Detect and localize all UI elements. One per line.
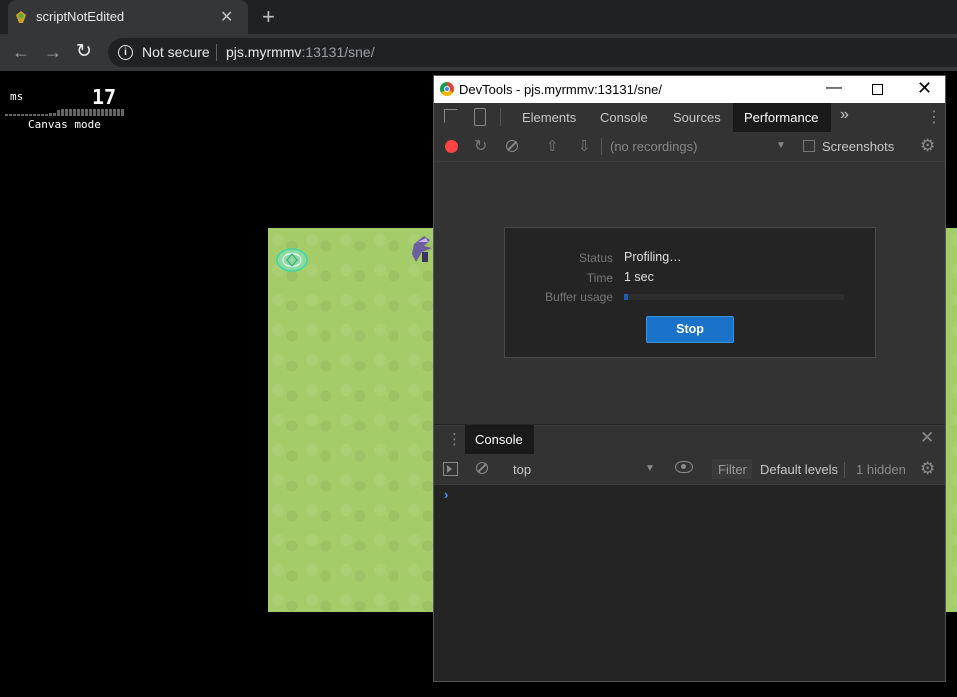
record-button[interactable] (445, 140, 458, 153)
back-arrow-icon[interactable]: ← (12, 42, 30, 63)
reload-profile-icon[interactable]: ↻ (474, 136, 487, 156)
fps-unit: ms (10, 90, 24, 103)
buffer-usage-fill (624, 294, 629, 300)
magic-circle-icon (276, 248, 308, 272)
tab-sources[interactable]: Sources (673, 110, 721, 125)
stop-button[interactable]: Stop (646, 316, 734, 343)
drawer-close-icon[interactable]: ✕ (920, 428, 934, 448)
tab-elements[interactable]: Elements (522, 110, 576, 125)
tab-console[interactable]: Console (600, 110, 648, 125)
buffer-usage-bar (624, 294, 844, 300)
tab-performance[interactable]: Performance (744, 110, 818, 125)
toolbar-divider (844, 462, 845, 478)
screenshots-label[interactable]: Screenshots (822, 139, 894, 154)
status-value: Profiling… (624, 250, 682, 264)
screenshots-checkbox[interactable] (803, 140, 815, 152)
buffer-label: Buffer usage (545, 290, 613, 304)
console-prompt[interactable]: › (444, 487, 448, 502)
url-divider (216, 44, 217, 61)
chevron-down-icon[interactable]: ▼ (645, 463, 655, 474)
hidden-count: 1 hidden (856, 462, 906, 477)
console-gear-icon[interactable]: ⚙ (920, 459, 935, 479)
toolbar-divider (601, 138, 602, 155)
new-tab-button[interactable]: + (262, 4, 275, 30)
url-path: :13131/sne/ (301, 44, 375, 60)
url-host: pjs.myrmmv (226, 44, 302, 60)
more-tabs-icon[interactable]: » (840, 106, 849, 124)
maximize-icon[interactable] (872, 84, 883, 95)
close-icon[interactable]: ✕ (917, 78, 932, 99)
recordings-select[interactable]: (no recordings) (610, 139, 697, 154)
devtools-title: DevTools - pjs.myrmmv:13131/sne/ (459, 82, 663, 97)
tab-divider (500, 108, 501, 126)
tab-close-icon[interactable]: ✕ (220, 7, 233, 27)
render-mode-label: Canvas mode (28, 118, 101, 131)
save-profile-icon[interactable]: ⇩ (578, 137, 591, 155)
tab-title: scriptNotEdited (36, 9, 125, 24)
console-output[interactable] (434, 485, 945, 681)
security-label[interactable]: Not secure (142, 44, 210, 60)
reload-icon[interactable]: ↻ (76, 40, 92, 63)
drawer-menu-icon[interactable]: ⋮ (447, 430, 462, 448)
eye-icon[interactable] (675, 461, 693, 473)
sidebar-toggle-icon[interactable] (443, 462, 458, 476)
device-toolbar-icon[interactable] (474, 108, 486, 126)
time-label: Time (586, 271, 613, 285)
log-levels-select[interactable]: Default levels (760, 462, 838, 477)
inspect-element-icon[interactable] (444, 109, 458, 123)
url-text[interactable]: pjs.myrmmv:13131/sne/ (226, 44, 375, 60)
context-select[interactable]: top (513, 462, 531, 477)
fps-graph (5, 109, 124, 116)
chevron-down-icon[interactable]: ▼ (776, 140, 786, 151)
devtools-menu-icon[interactable]: ⋮ (926, 107, 942, 127)
clear-console-icon[interactable] (476, 462, 488, 474)
minimize-icon[interactable]: — (826, 79, 842, 97)
forward-arrow-icon[interactable]: → (44, 42, 62, 63)
filter-input[interactable]: Filter (718, 462, 747, 477)
favicon-icon (16, 11, 26, 23)
status-label: Status (578, 251, 613, 265)
drawer-tab-console[interactable]: Console (475, 432, 523, 447)
time-value: 1 sec (624, 270, 654, 284)
chrome-icon (440, 82, 454, 96)
info-icon[interactable]: i (118, 45, 133, 60)
load-profile-icon[interactable]: ⇧ (546, 137, 559, 155)
gear-icon[interactable]: ⚙ (920, 136, 935, 156)
clear-icon[interactable] (506, 140, 518, 152)
